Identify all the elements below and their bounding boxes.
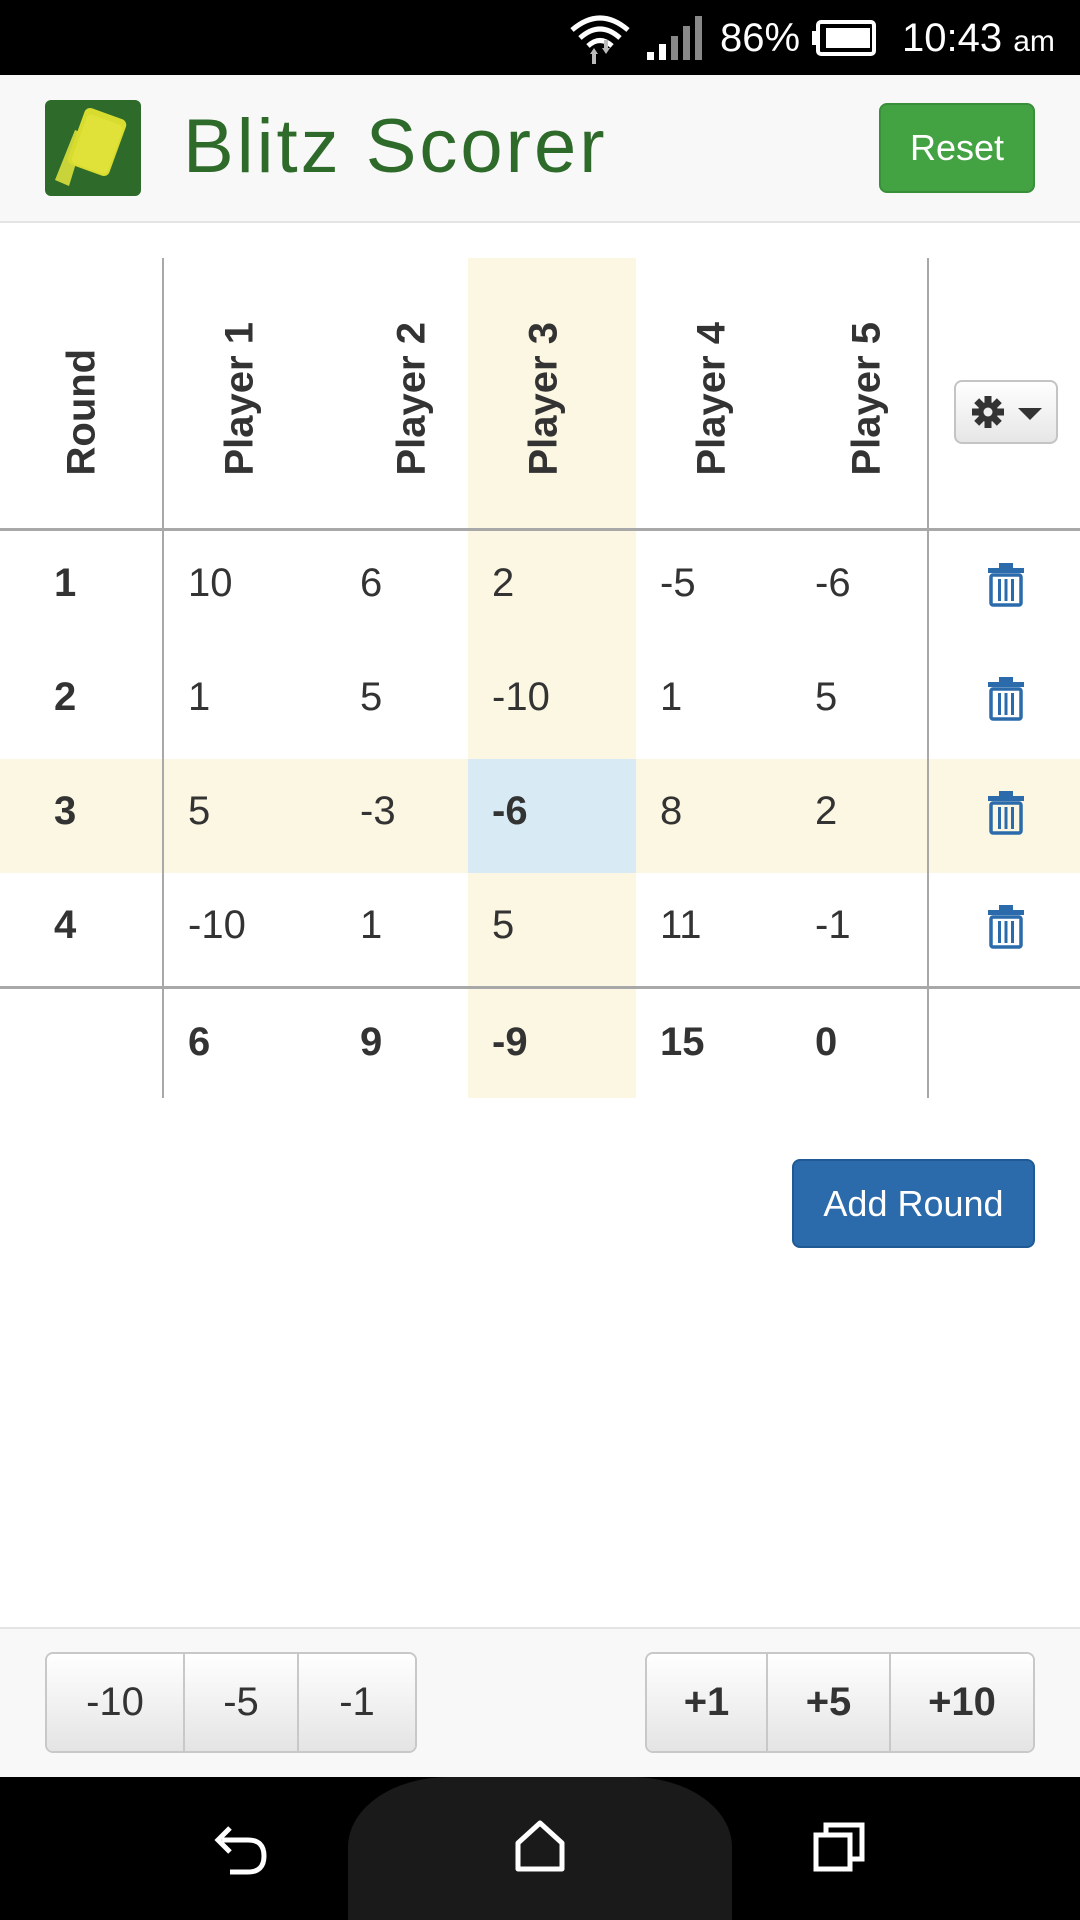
score-cell[interactable]: 1 bbox=[360, 905, 382, 945]
column-header-player-2[interactable]: Player 2 bbox=[350, 258, 470, 528]
score-cell[interactable]: 6 bbox=[360, 563, 382, 603]
score-cell[interactable]: 11 bbox=[660, 905, 702, 945]
score-cell[interactable]: -1 bbox=[815, 905, 851, 945]
app-title: Blitz Scorer bbox=[183, 104, 608, 189]
delete-round-4-trash-icon[interactable] bbox=[986, 905, 1026, 949]
score-cell[interactable]: -6 bbox=[815, 563, 851, 603]
score-cell-selected[interactable]: -6 bbox=[492, 791, 528, 831]
round-number: 1 bbox=[54, 561, 77, 605]
delete-round-1-trash-icon[interactable] bbox=[986, 563, 1026, 607]
score-cell[interactable]: 8 bbox=[660, 791, 682, 831]
total-cell: -9 bbox=[492, 1020, 528, 1064]
battery-percent: 86% bbox=[720, 16, 801, 60]
total-cell: 9 bbox=[360, 1020, 383, 1064]
decrement-1-button[interactable]: -1 bbox=[299, 1654, 415, 1751]
wifi-icon bbox=[570, 15, 630, 64]
score-cell[interactable]: 2 bbox=[815, 791, 837, 831]
battery-icon bbox=[812, 20, 876, 56]
table-divider bbox=[162, 258, 164, 1098]
decrement-button-group: -10 -5 -1 bbox=[45, 1652, 417, 1753]
column-header-player-3[interactable]: Player 3 bbox=[482, 258, 602, 528]
score-cell[interactable]: 1 bbox=[188, 677, 210, 717]
total-cell: 6 bbox=[188, 1020, 211, 1064]
settings-dropdown-button[interactable] bbox=[954, 380, 1058, 444]
column-header-round: Round bbox=[59, 348, 104, 476]
score-cell[interactable]: 5 bbox=[492, 905, 514, 945]
cards-logo-icon bbox=[45, 100, 141, 196]
clock: 10:43 am bbox=[902, 16, 1055, 60]
delete-round-2-trash-icon[interactable] bbox=[986, 677, 1026, 721]
score-cell[interactable]: -5 bbox=[660, 563, 696, 603]
increment-button-group: +1 +5 +10 bbox=[645, 1652, 1035, 1753]
status-bar: 86% 10:43 am bbox=[0, 0, 1080, 75]
signal-icon bbox=[647, 16, 702, 60]
decrement-5-button[interactable]: -5 bbox=[185, 1654, 299, 1751]
caret-down-icon bbox=[1018, 408, 1042, 420]
column-header-player-5[interactable]: Player 5 bbox=[805, 258, 925, 528]
reset-button[interactable]: Reset bbox=[879, 103, 1035, 193]
increment-5-button[interactable]: +5 bbox=[768, 1654, 891, 1751]
navigation-bar bbox=[0, 1777, 1080, 1920]
table-divider bbox=[927, 258, 929, 1098]
score-cell[interactable]: 5 bbox=[360, 677, 382, 717]
score-adjust-toolbar: -10 -5 -1 +1 +5 +10 bbox=[0, 1627, 1080, 1777]
score-cell[interactable]: 5 bbox=[815, 677, 837, 717]
column-header-player-1[interactable]: Player 1 bbox=[178, 258, 298, 528]
total-cell: 15 bbox=[660, 1020, 705, 1064]
table-divider bbox=[0, 528, 1080, 531]
score-cell[interactable]: 2 bbox=[492, 563, 514, 603]
delete-round-3-trash-icon[interactable] bbox=[986, 791, 1026, 835]
back-icon[interactable] bbox=[210, 1822, 270, 1876]
round-number: 2 bbox=[54, 675, 77, 719]
score-cell[interactable]: -10 bbox=[492, 677, 550, 717]
total-cell: 0 bbox=[815, 1020, 838, 1064]
decrement-10-button[interactable]: -10 bbox=[47, 1654, 185, 1751]
app-header: Blitz Scorer Reset bbox=[0, 75, 1080, 223]
round-number: 4 bbox=[54, 903, 77, 947]
score-cell[interactable]: 10 bbox=[188, 563, 233, 603]
column-header-player-4[interactable]: Player 4 bbox=[650, 258, 770, 528]
score-cell[interactable]: -3 bbox=[360, 791, 396, 831]
table-divider bbox=[0, 986, 1080, 989]
recent-apps-icon[interactable] bbox=[812, 1821, 868, 1873]
score-cell[interactable]: 5 bbox=[188, 791, 210, 831]
home-icon[interactable] bbox=[514, 1819, 566, 1873]
increment-10-button[interactable]: +10 bbox=[891, 1654, 1033, 1751]
score-cell[interactable]: 1 bbox=[660, 677, 682, 717]
add-round-button[interactable]: Add Round bbox=[792, 1159, 1035, 1248]
increment-1-button[interactable]: +1 bbox=[647, 1654, 768, 1751]
gear-icon bbox=[972, 396, 1004, 428]
score-cell[interactable]: -10 bbox=[188, 905, 246, 945]
round-number: 3 bbox=[54, 789, 77, 833]
